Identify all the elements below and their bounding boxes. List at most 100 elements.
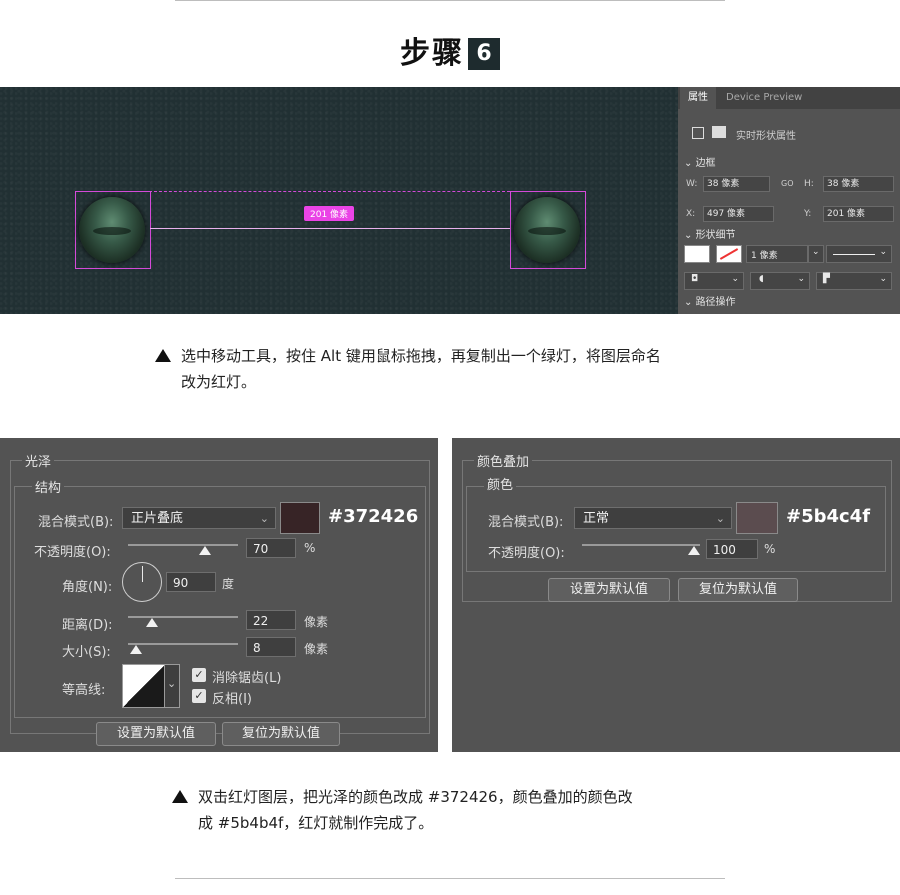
satin-opacity-knob[interactable]	[199, 546, 211, 555]
satin-size-knob[interactable]	[130, 645, 142, 654]
chevron-down-icon: ⌄	[715, 512, 725, 525]
caption2-line2: 成 #5b4b4f，红灯就制作完成了。	[198, 814, 434, 832]
satin-contour-picker[interactable]	[122, 664, 166, 708]
satin-blend-mode-select[interactable]: 正片叠底 ⌄	[122, 507, 276, 529]
properties-panel: 属性 Device Preview 实时形状属性 ⌄ 边框 W: 38 像素 G…	[678, 87, 900, 314]
caps-icon: ◖	[759, 274, 764, 284]
step-heading: 步骤 6	[0, 28, 900, 72]
section-path-ops[interactable]: ⌄ 路径操作	[684, 293, 736, 308]
overlay-color-swatch[interactable]	[736, 502, 778, 534]
caps-select[interactable]: ◖ ⌄	[750, 272, 810, 290]
step-title: 步骤	[400, 36, 464, 71]
shape-icon	[692, 127, 704, 139]
y-field[interactable]: 201 像素	[823, 206, 894, 222]
satin-blend-mode-label: 混合模式(B):	[38, 515, 114, 530]
satin-contour-label: 等高线:	[62, 683, 106, 698]
overlay-reset-default-button[interactable]: 复位为默认值	[678, 578, 798, 602]
chevron-down-icon: ⌄	[259, 512, 269, 525]
satin-color-swatch[interactable]	[280, 502, 320, 534]
stroke-type-select[interactable]: ⌄	[826, 245, 892, 263]
satin-reset-default-button[interactable]: 复位为默认值	[222, 722, 340, 746]
y-label: Y:	[804, 209, 812, 219]
overlay-blend-mode-label: 混合模式(B):	[488, 515, 564, 530]
distance-measure-line	[150, 228, 510, 229]
overlay-opacity-unit: %	[764, 542, 776, 556]
width-field[interactable]: 38 像素	[703, 176, 770, 192]
mask-icon	[712, 126, 726, 138]
x-field[interactable]: 497 像素	[703, 206, 774, 222]
satin-distance-label: 距离(D):	[62, 618, 113, 633]
right-green-lamp	[514, 197, 580, 263]
link-icon[interactable]: GO	[781, 179, 794, 188]
satin-size-label: 大小(S):	[62, 645, 111, 660]
satin-distance-input[interactable]: 22	[246, 610, 296, 630]
angle-needle-icon	[142, 566, 143, 582]
satin-color-hex: #372426	[328, 506, 419, 527]
top-divider	[175, 0, 725, 1]
overlay-opacity-label: 不透明度(O):	[488, 546, 565, 561]
overlay-color-title: 颜色	[484, 474, 517, 493]
satin-distance-unit: 像素	[304, 615, 329, 629]
satin-opacity-unit: %	[304, 541, 316, 555]
satin-antialias-label: 消除锯齿(L)	[212, 671, 282, 686]
tab-device-preview[interactable]: Device Preview	[718, 87, 810, 109]
no-stroke-icon	[719, 248, 739, 260]
satin-distance-knob[interactable]	[146, 618, 158, 627]
section-transform[interactable]: ⌄ 边框	[684, 154, 716, 169]
satin-dialog: 光泽 结构 混合模式(B): 正片叠底 ⌄ #372426 不透明度(O): 70…	[0, 438, 438, 752]
overlay-color-hex: #5b4c4f	[786, 506, 871, 527]
x-label: X:	[686, 209, 696, 219]
satin-antialias-checkbox[interactable]: ✓	[192, 668, 206, 682]
satin-angle-dial[interactable]	[122, 562, 162, 602]
satin-angle-label: 角度(N):	[62, 580, 113, 595]
satin-angle-input[interactable]: 90	[166, 572, 216, 592]
overlay-opacity-input[interactable]: 100	[706, 539, 758, 559]
satin-size-input[interactable]: 8	[246, 637, 296, 657]
w-label: W:	[686, 179, 698, 189]
satin-contour-dropdown[interactable]: ⌄	[164, 664, 180, 708]
tab-properties[interactable]: 属性	[680, 87, 716, 109]
photoshop-canvas[interactable]: 201 像素	[0, 87, 678, 314]
solid-line-icon	[833, 254, 875, 255]
stroke-swatch[interactable]	[716, 245, 742, 263]
overlay-set-default-button[interactable]: 设置为默认值	[548, 578, 670, 602]
live-shape-label: 实时形状属性	[736, 131, 796, 142]
triangle-bullet-icon	[172, 790, 188, 803]
guide-dashed-line	[149, 191, 510, 192]
stroke-width-arrow[interactable]: ⌄	[808, 245, 824, 263]
stroke-width-select[interactable]: 1 像素	[746, 245, 808, 263]
satin-invert-label: 反相(I)	[212, 692, 252, 707]
corners-select[interactable]: ▛ ⌄	[816, 272, 892, 290]
satin-opacity-slider[interactable]	[128, 544, 238, 546]
overlay-blend-mode-select[interactable]: 正常 ⌄	[574, 507, 732, 529]
satin-structure-title: 结构	[32, 477, 65, 496]
align-icon: ◘	[691, 274, 699, 284]
satin-size-slider[interactable]	[128, 643, 238, 645]
caption2-line1: 双击红灯图层，把光泽的颜色改成 #372426，颜色叠加的颜色改	[198, 788, 633, 806]
align-select[interactable]: ◘ ⌄	[684, 272, 744, 290]
overlay-opacity-knob[interactable]	[688, 546, 700, 555]
satin-invert-checkbox[interactable]: ✓	[192, 689, 206, 703]
left-green-lamp	[79, 197, 145, 263]
distance-badge: 201 像素	[304, 206, 355, 221]
overlay-title: 颜色叠加	[474, 451, 533, 470]
chevron-down-icon: ⌄	[731, 274, 739, 284]
satin-set-default-button[interactable]: 设置为默认值	[96, 722, 216, 746]
satin-opacity-input[interactable]: 70	[246, 538, 296, 558]
section-appearance[interactable]: ⌄ 形状细节	[684, 226, 736, 241]
bottom-divider	[175, 878, 725, 879]
fill-swatch[interactable]	[684, 245, 710, 263]
caption-step-copy: 选中移动工具，按住 Alt 键用鼠标拖拽，再复制出一个绿灯，将图层命名 改为红灯…	[155, 343, 755, 395]
step-number-badge: 6	[468, 38, 500, 70]
satin-distance-slider[interactable]	[128, 616, 238, 618]
satin-angle-unit: 度	[222, 577, 235, 591]
caption-red-lamp: 双击红灯图层，把光泽的颜色改成 #372426，颜色叠加的颜色改 成 #5b4b…	[172, 784, 772, 836]
triangle-bullet-icon	[155, 349, 171, 362]
overlay-opacity-slider[interactable]	[582, 544, 700, 546]
caption1-line2: 改为红灯。	[181, 373, 257, 391]
chevron-down-icon: ⌄	[879, 247, 887, 257]
chevron-down-icon: ⌄	[812, 247, 820, 257]
color-overlay-dialog: 颜色叠加 颜色 混合模式(B): 正常 ⌄ #5b4c4f 不透明度(O): 10…	[452, 438, 900, 752]
chevron-down-icon: ⌄	[879, 274, 887, 284]
height-field[interactable]: 38 像素	[823, 176, 894, 192]
